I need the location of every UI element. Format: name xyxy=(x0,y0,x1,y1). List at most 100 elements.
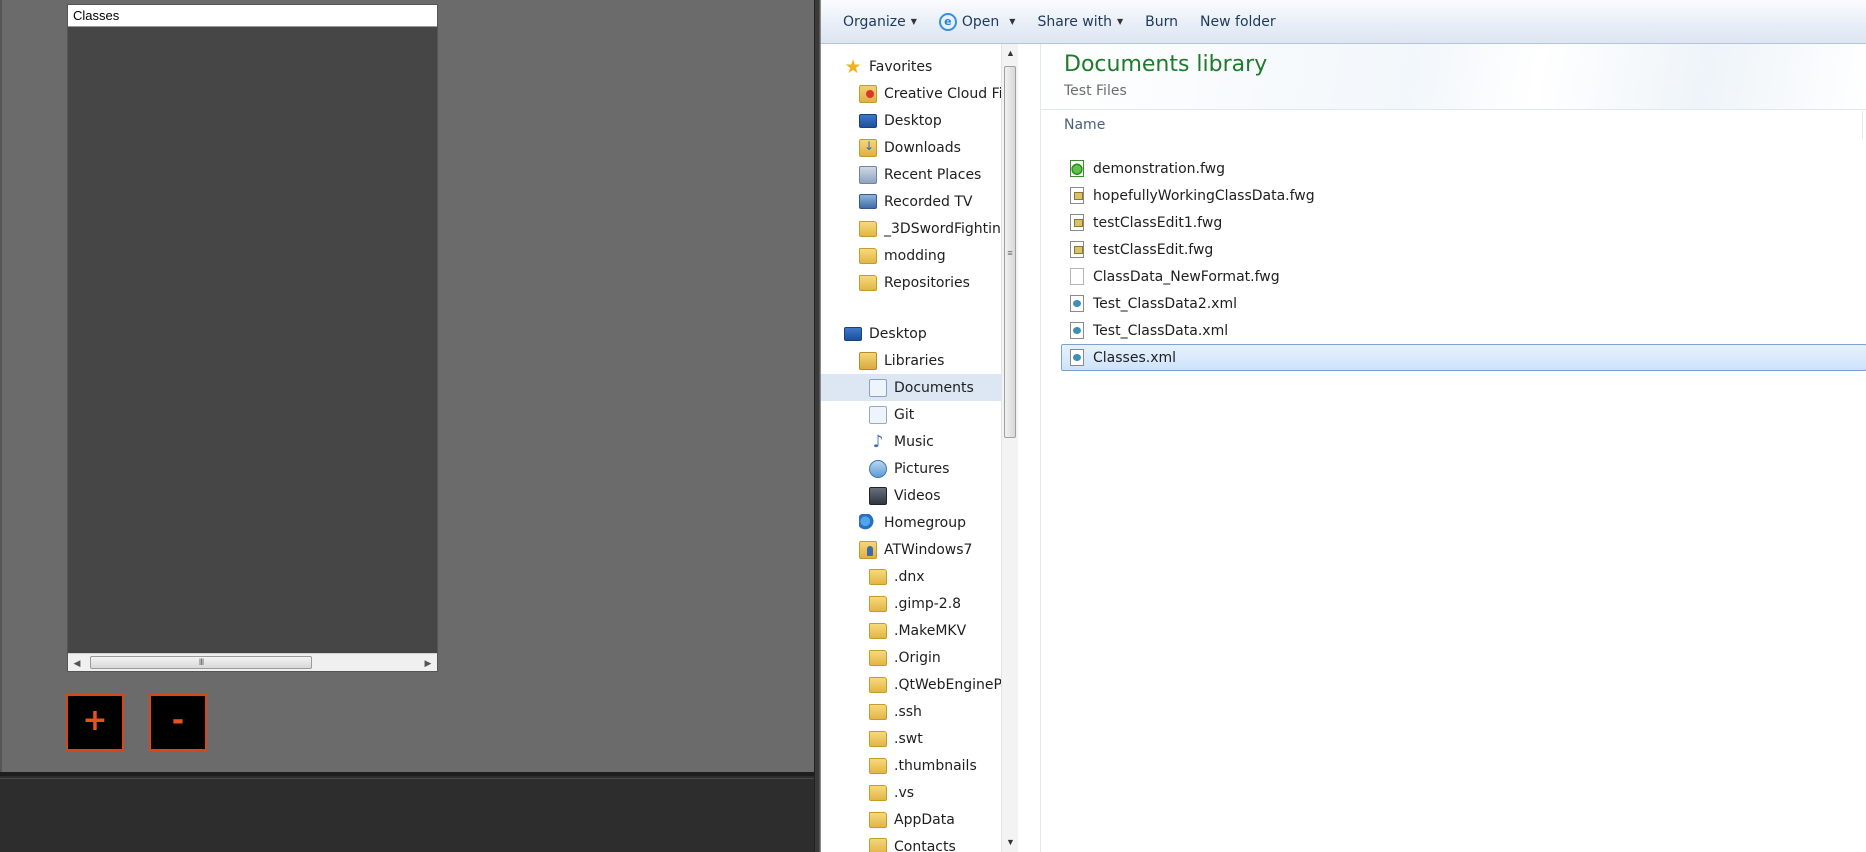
nav-label: Pictures xyxy=(894,460,950,477)
remove-class-button[interactable]: - xyxy=(149,694,207,751)
library-subtitle: Test Files xyxy=(1064,83,1127,99)
nav-label: _3DSwordFighting xyxy=(884,220,1001,237)
pictures-icon xyxy=(869,459,887,478)
navigation-vertical-scrollbar[interactable]: ▲ ≡ ▼ xyxy=(1001,44,1018,852)
nav-label: .dnx xyxy=(894,568,925,585)
file-row[interactable]: hopefullyWorkingClassData.fwg xyxy=(1061,182,1866,209)
file-name: ClassData_NewFormat.fwg xyxy=(1093,268,1280,285)
green-circle-file-icon xyxy=(1070,160,1084,177)
scroll-up-icon[interactable]: ▲ xyxy=(1005,48,1016,59)
window-edge xyxy=(0,0,2,772)
file-row[interactable]: ClassData_NewFormat.fwg xyxy=(1061,263,1866,290)
videos-icon xyxy=(869,486,887,505)
nav-item-libraries[interactable]: Libraries xyxy=(821,347,1001,374)
scroll-right-icon[interactable]: ▶ xyxy=(422,657,434,669)
nav-item-desktop-favorite[interactable]: Desktop xyxy=(821,107,1001,134)
nav-item-dnx[interactable]: .dnx xyxy=(821,563,1001,590)
scroll-left-icon[interactable]: ◀ xyxy=(71,657,83,669)
nav-item-downloads[interactable]: Downloads xyxy=(821,134,1001,161)
nav-label: Downloads xyxy=(884,139,961,156)
folder-icon xyxy=(869,703,887,720)
nav-item-creative-cloud[interactable]: Creative Cloud Fil xyxy=(821,80,1001,107)
classes-horizontal-scrollbar[interactable]: ◀ III ▶ xyxy=(68,653,437,671)
column-name-header[interactable]: Name xyxy=(1064,117,1105,133)
nav-item-pictures[interactable]: Pictures xyxy=(821,455,1001,482)
nav-label: .vs xyxy=(894,784,915,801)
nav-item-recent-places[interactable]: Recent Places xyxy=(821,161,1001,188)
note-file-icon xyxy=(1070,187,1084,204)
folder-icon xyxy=(869,811,887,828)
file-name: demonstration.fwg xyxy=(1093,160,1225,177)
user-folder-icon xyxy=(859,540,877,559)
nav-item-thumbnails[interactable]: .thumbnails xyxy=(821,752,1001,779)
nav-item-swt[interactable]: .swt xyxy=(821,725,1001,752)
nav-label: Recent Places xyxy=(884,166,982,183)
chevron-down-icon: ▼ xyxy=(910,17,917,26)
folder-icon xyxy=(859,247,877,264)
nav-label: Homegroup xyxy=(884,514,967,531)
scroll-thumb[interactable]: III xyxy=(90,656,312,669)
nav-item-homegroup[interactable]: Homegroup xyxy=(821,509,1001,536)
nav-item-git[interactable]: Git xyxy=(821,401,1001,428)
library-header: Documents library Test Files xyxy=(1041,44,1866,110)
nav-item-recorded-tv[interactable]: Recorded TV xyxy=(821,188,1001,215)
scroll-down-icon[interactable]: ▼ xyxy=(1005,837,1016,848)
nav-item-vs[interactable]: .vs xyxy=(821,779,1001,806)
nav-label: modding xyxy=(884,247,946,264)
file-row[interactable]: Test_ClassData.xml xyxy=(1061,317,1866,344)
file-row[interactable]: testClassEdit.fwg xyxy=(1061,236,1866,263)
divider-line xyxy=(0,778,814,779)
open-button[interactable]: e Open ▼ xyxy=(928,8,1027,36)
nav-label: Favorites xyxy=(869,58,933,75)
nav-item-atwindows7[interactable]: ATWindows7 xyxy=(821,536,1001,563)
nav-item-contacts[interactable]: Contacts xyxy=(821,833,1001,852)
nav-label: .gimp-2.8 xyxy=(894,595,962,612)
file-name: Test_ClassData.xml xyxy=(1093,322,1229,339)
bottom-panel xyxy=(0,772,814,852)
nav-item-repositories[interactable]: Repositories xyxy=(821,269,1001,296)
nav-item-makemkv[interactable]: .MakeMKV xyxy=(821,617,1001,644)
file-row[interactable]: demonstration.fwg xyxy=(1061,155,1866,182)
burn-button[interactable]: Burn xyxy=(1134,8,1189,36)
pane-splitter[interactable] xyxy=(1018,44,1041,852)
nav-item-music[interactable]: ♪ Music xyxy=(821,428,1001,455)
nav-item-qtwebengine[interactable]: .QtWebEnginePr xyxy=(821,671,1001,698)
left-application-window: Classes ◀ III ▶ + - xyxy=(0,0,814,852)
add-class-button[interactable]: + xyxy=(66,694,124,751)
new-folder-button[interactable]: New folder xyxy=(1189,8,1287,36)
nav-label: Creative Cloud Fil xyxy=(884,85,1001,102)
classes-list[interactable] xyxy=(68,27,437,655)
xml-file-icon xyxy=(1070,322,1084,339)
desktop-icon xyxy=(859,113,877,128)
recent-places-icon xyxy=(859,165,877,184)
nav-item-appdata[interactable]: AppData xyxy=(821,806,1001,833)
nav-label: Recorded TV xyxy=(884,193,973,210)
scroll-thumb[interactable]: ≡ xyxy=(1004,66,1016,438)
nav-item-ssh[interactable]: .ssh xyxy=(821,698,1001,725)
nav-label: .Origin xyxy=(894,649,941,666)
column-separator[interactable] xyxy=(1862,111,1863,139)
file-row[interactable]: testClassEdit1.fwg xyxy=(1061,209,1866,236)
folder-icon xyxy=(869,676,887,693)
nav-label: Music xyxy=(894,433,934,450)
organize-button[interactable]: Organize ▼ xyxy=(832,8,928,36)
folder-icon xyxy=(869,568,887,585)
nav-item-desktop[interactable]: Desktop xyxy=(821,320,1001,347)
nav-item-videos[interactable]: Videos xyxy=(821,482,1001,509)
documents-library-icon xyxy=(869,378,887,397)
classes-panel: Classes ◀ III ▶ xyxy=(67,4,438,672)
chevron-down-icon[interactable]: ▼ xyxy=(1009,17,1015,26)
share-with-button[interactable]: Share with ▼ xyxy=(1026,8,1134,36)
nav-item-gimp[interactable]: .gimp-2.8 xyxy=(821,590,1001,617)
nav-item-3dswordfighting[interactable]: _3DSwordFighting xyxy=(821,215,1001,242)
homegroup-icon xyxy=(859,513,877,532)
folder-icon xyxy=(869,649,887,666)
nav-item-modding[interactable]: modding xyxy=(821,242,1001,269)
nav-item-favorites[interactable]: ★ Favorites xyxy=(821,53,1001,80)
file-row[interactable]: Test_ClassData2.xml xyxy=(1061,290,1866,317)
file-name: hopefullyWorkingClassData.fwg xyxy=(1093,187,1315,204)
nav-item-documents[interactable]: Documents xyxy=(821,374,1001,401)
nav-item-origin[interactable]: .Origin xyxy=(821,644,1001,671)
music-note-icon: ♪ xyxy=(872,431,884,452)
file-row-selected[interactable]: Classes.xml xyxy=(1061,344,1866,371)
